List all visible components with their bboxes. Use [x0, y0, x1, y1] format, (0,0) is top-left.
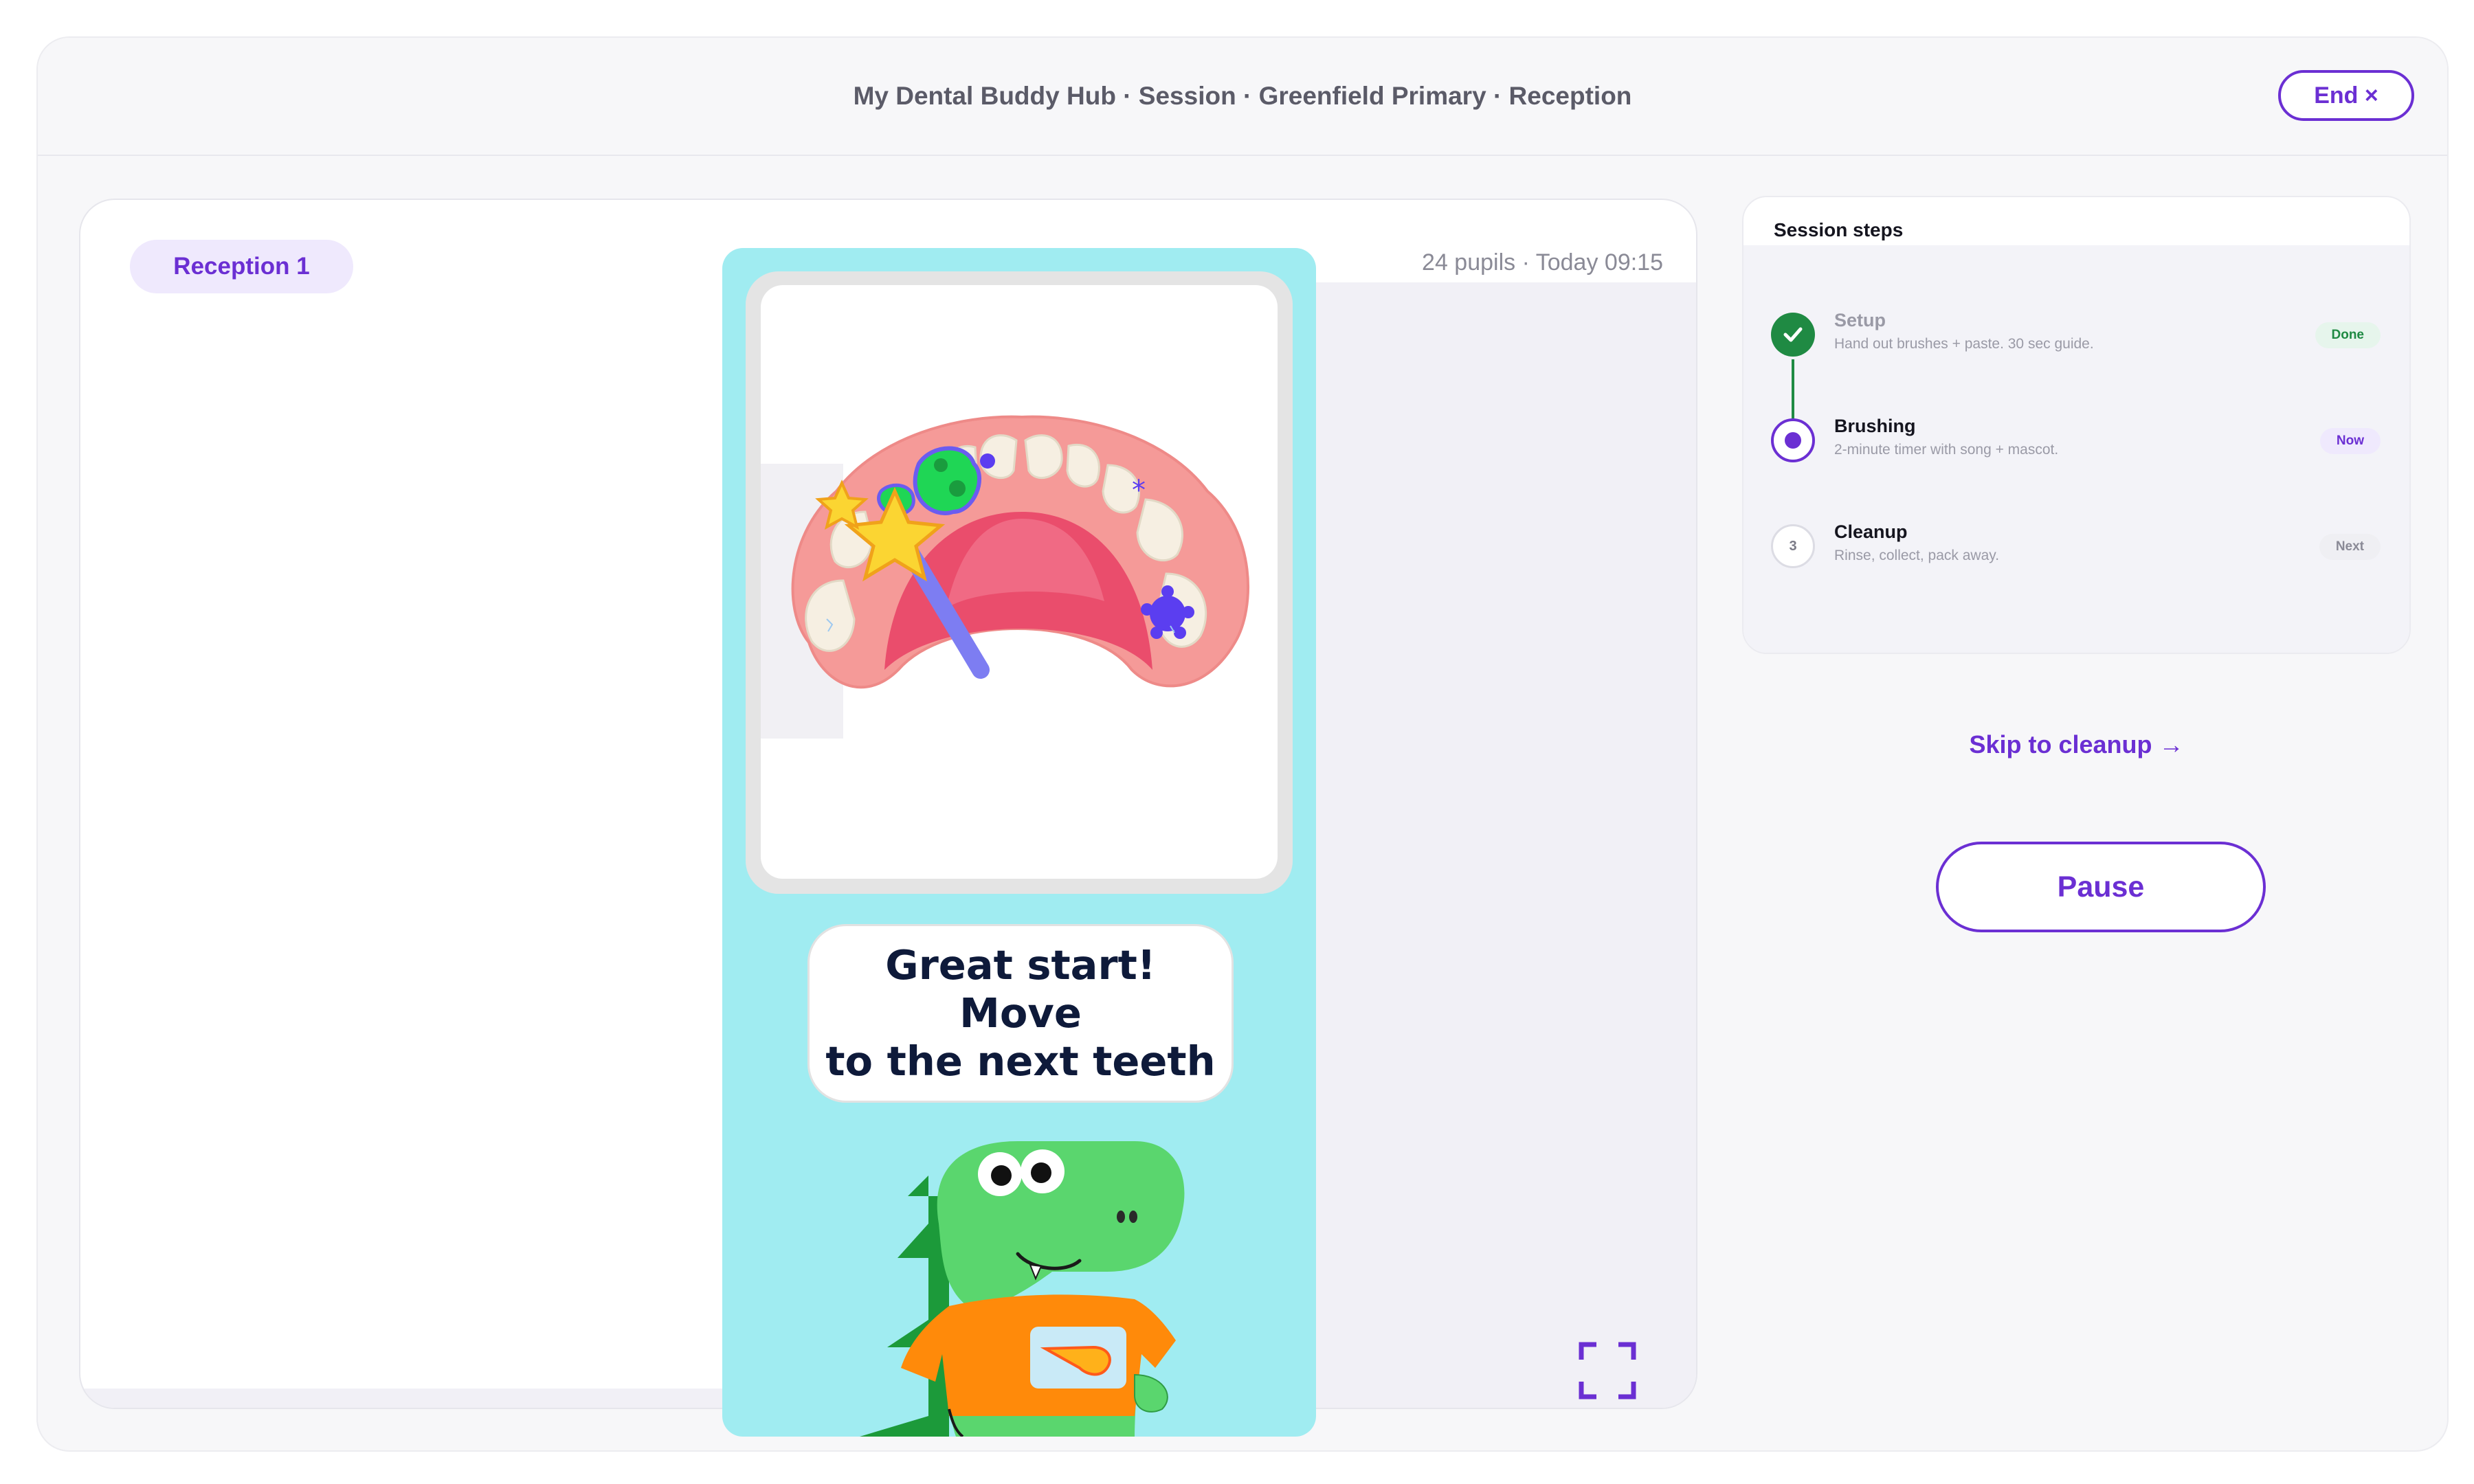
step-number: 3 — [1771, 524, 1815, 568]
current-step-icon — [1771, 418, 1815, 462]
dinosaur-mascot — [860, 1141, 1185, 1437]
status-badge: Next — [2319, 534, 2381, 560]
step-cleanup[interactable]: 3 Cleanup Rinse, collect, pack away. Nex… — [1743, 506, 2409, 589]
mascot-pupil — [1031, 1162, 1051, 1183]
step-description: 2-minute timer with song + mascot. — [1834, 442, 2059, 458]
fullscreen-icon[interactable] — [1579, 1342, 1636, 1399]
status-badge: Now — [2319, 428, 2381, 454]
page-title: My Dental Buddy Hub · Session · Greenfie… — [853, 82, 1632, 110]
step-setup[interactable]: Setup Hand out brushes + paste. 30 sec g… — [1743, 295, 2409, 377]
mascot-nostril — [1117, 1211, 1125, 1223]
status-badge: Done — [2315, 322, 2381, 348]
group-badge[interactable]: Reception 1 — [130, 240, 353, 293]
step-name: Brushing — [1834, 416, 1916, 436]
mascot-nostril — [1129, 1211, 1137, 1223]
mascot-arm — [1134, 1373, 1168, 1413]
check-icon — [1771, 313, 1815, 357]
end-session-button[interactable]: End × — [2278, 70, 2414, 121]
top-bar: My Dental Buddy Hub · Session · Greenfie… — [38, 38, 2447, 156]
step-brushing[interactable]: Brushing 2-minute timer with song + masc… — [1743, 401, 2409, 483]
steps-title: Session steps — [1774, 219, 1904, 240]
mascot-pupil — [991, 1165, 1012, 1186]
step-name: Setup — [1834, 310, 1886, 330]
step-name: Cleanup — [1834, 521, 1908, 542]
group-meta: 24 pupils · Today 09:15 — [1422, 249, 1663, 276]
step-description: Hand out brushes + paste. 30 sec guide. — [1834, 336, 2094, 352]
app-window: My Dental Buddy Hub · Session · Greenfie… — [36, 36, 2449, 1452]
skip-to-cleanup-link[interactable]: Skip to cleanup → — [1742, 730, 2411, 759]
session-steps-card: Session steps Setup Hand out brushes + p… — [1742, 196, 2411, 654]
stage-side-panel — [1287, 282, 1696, 1408]
pause-button[interactable]: Pause — [1936, 842, 2266, 932]
steps-list: Setup Hand out brushes + paste. 30 sec g… — [1743, 245, 2409, 653]
mascot-spikes — [860, 1176, 949, 1437]
brushing-game-panel[interactable]: * Great start! Move to the next teeth — [722, 248, 1316, 1437]
step-description: Rinse, collect, pack away. — [1834, 548, 2000, 563]
